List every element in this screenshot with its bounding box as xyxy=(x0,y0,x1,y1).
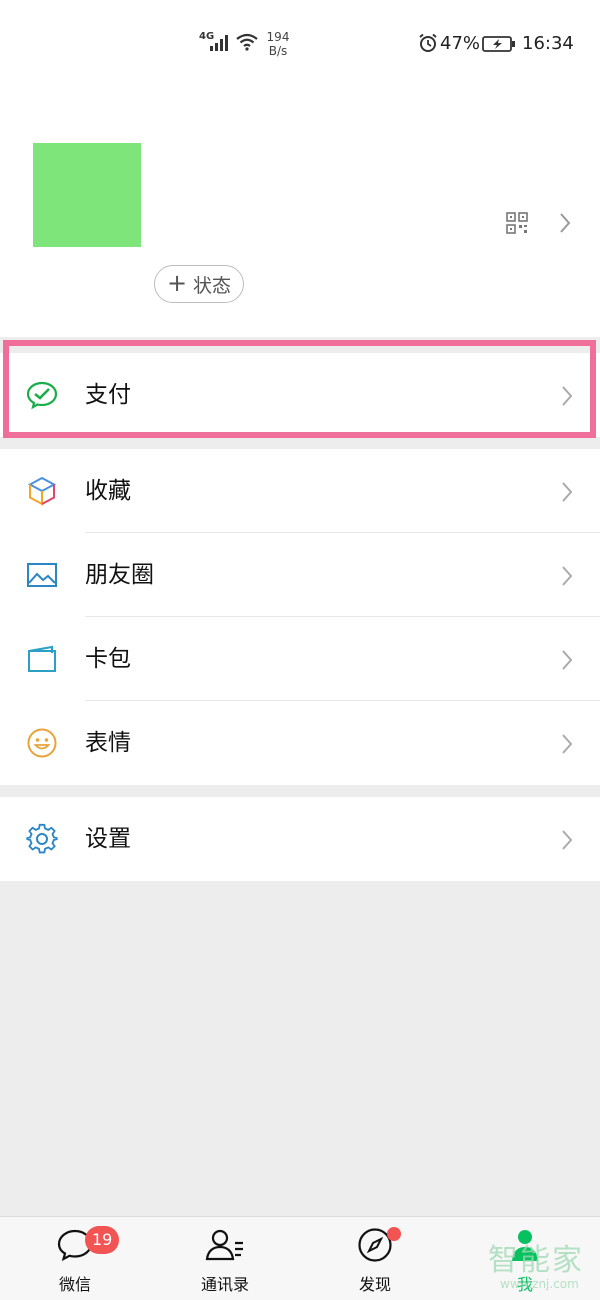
card-wallet-icon xyxy=(28,645,56,672)
wifi-icon xyxy=(236,33,258,51)
unread-badge: 19 xyxy=(85,1226,120,1254)
menu-label-favorites: 收藏 xyxy=(85,478,131,504)
avatar[interactable] xyxy=(33,143,141,247)
menu-item-moments[interactable]: 朋友圈 xyxy=(0,533,600,617)
pay-group: 支付 xyxy=(0,353,600,437)
tab-chats[interactable]: 微信 xyxy=(15,1217,135,1300)
tab-discover[interactable]: 发现 xyxy=(315,1217,435,1300)
contacts-icon xyxy=(205,1229,243,1261)
chevron-right-icon xyxy=(562,482,573,502)
discover-new-dot xyxy=(387,1227,401,1241)
network-speed-unit: B/s xyxy=(268,44,288,58)
chevron-right-icon xyxy=(562,734,573,754)
plus-icon: + xyxy=(166,269,188,297)
chevron-right-icon xyxy=(562,566,573,586)
menu-label-pay: 支付 xyxy=(85,382,131,408)
settings-group: 设置 xyxy=(0,797,600,881)
battery-percent: 47% xyxy=(440,33,481,54)
network-speed: 194 B/s xyxy=(266,30,290,58)
menu-label-moments: 朋友圈 xyxy=(85,562,154,588)
gear-icon xyxy=(26,823,58,854)
add-status-button[interactable]: + 状态 xyxy=(154,265,244,303)
chevron-right-icon xyxy=(562,386,573,406)
clock-time: 16:34 xyxy=(522,33,574,54)
menu-item-cards[interactable]: 卡包 xyxy=(0,617,600,701)
smiley-face-icon xyxy=(27,728,57,758)
menu-label-stickers: 表情 xyxy=(85,730,131,756)
wechat-pay-icon xyxy=(26,381,58,410)
features-group: 收藏 朋友圈 卡包 表情 xyxy=(0,449,600,785)
menu-label-settings: 设置 xyxy=(85,826,131,852)
status-button-label: 状态 xyxy=(193,274,232,297)
qr-code-icon[interactable] xyxy=(506,212,528,234)
menu-item-pay[interactable]: 支付 xyxy=(0,353,600,437)
tab-me[interactable]: 我 xyxy=(465,1217,585,1300)
menu-item-settings[interactable]: 设置 xyxy=(0,797,600,881)
tab-label-chats: 微信 xyxy=(58,1275,91,1294)
profile-chevron-icon[interactable] xyxy=(558,212,572,234)
favorites-cube-icon xyxy=(27,476,57,506)
menu-label-cards: 卡包 xyxy=(85,646,131,672)
tab-label-discover: 发现 xyxy=(358,1275,391,1294)
me-person-icon xyxy=(512,1230,538,1261)
network-speed-value: 194 xyxy=(266,30,290,44)
menu-item-favorites[interactable]: 收藏 xyxy=(0,449,600,533)
chevron-right-icon xyxy=(562,830,573,850)
chevron-right-icon xyxy=(562,650,573,670)
alarm-icon xyxy=(419,33,437,52)
menu-item-stickers[interactable]: 表情 xyxy=(0,701,600,785)
tab-label-me: 我 xyxy=(516,1275,533,1294)
moments-image-icon xyxy=(27,563,57,587)
signal-icon xyxy=(210,35,228,51)
tab-label-contacts: 通讯录 xyxy=(200,1275,249,1294)
tab-contacts[interactable]: 通讯录 xyxy=(165,1217,285,1300)
status-bar: 4G 194 B/s 47% 16:34 xyxy=(0,0,600,90)
battery-charging-icon xyxy=(482,36,515,52)
